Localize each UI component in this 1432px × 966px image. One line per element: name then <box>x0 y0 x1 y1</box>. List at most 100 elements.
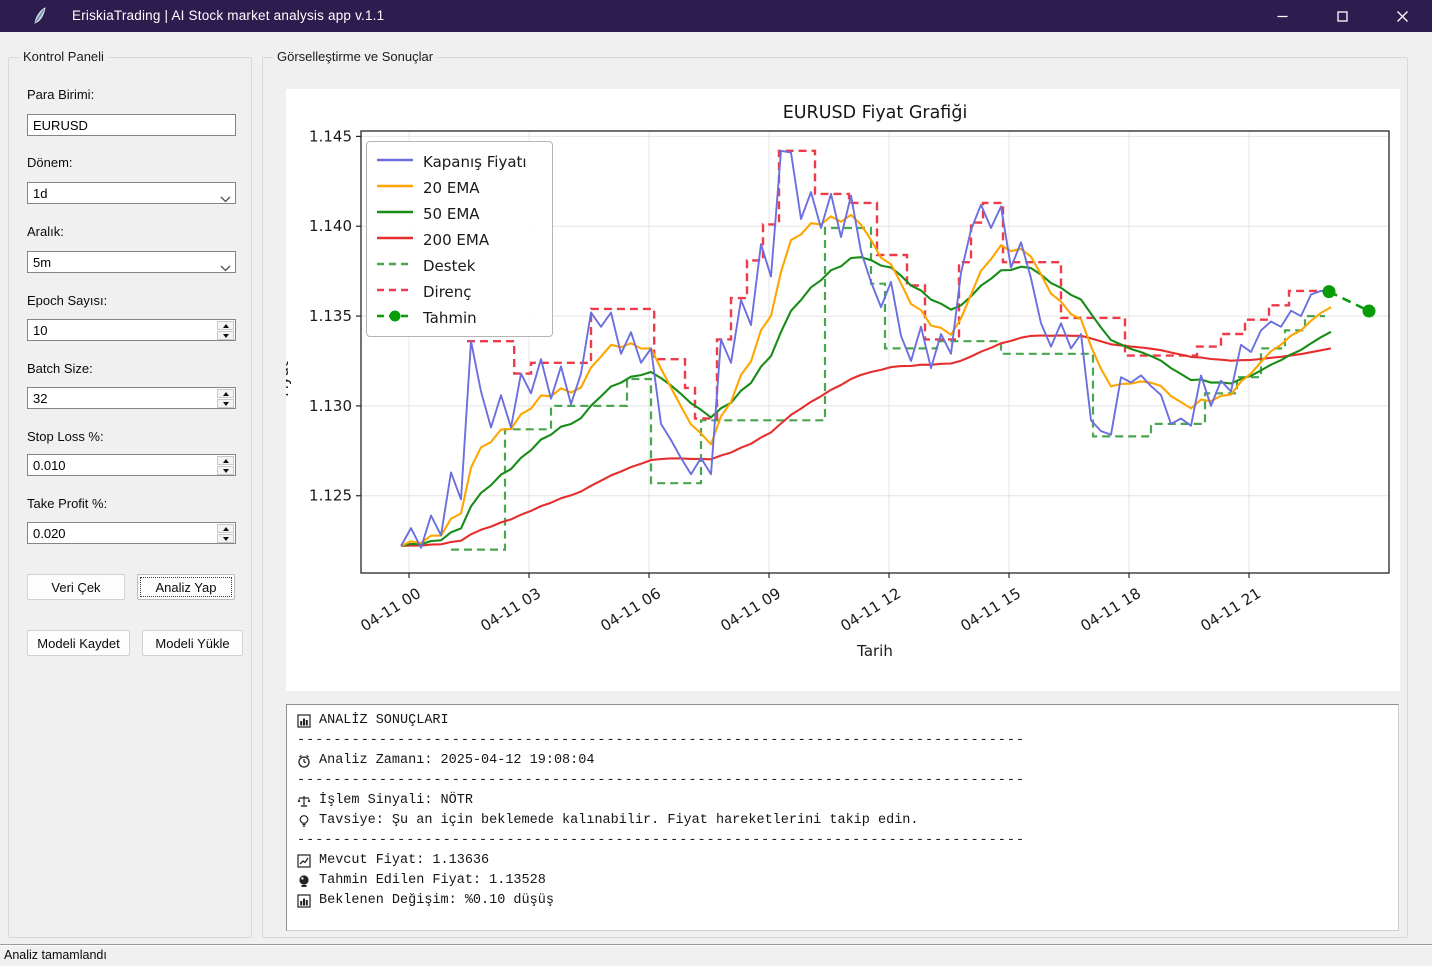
spin-up-button[interactable] <box>217 524 234 533</box>
analysis-results-text[interactable]: ANALİZ SONUÇLARI ------------------------… <box>286 704 1399 931</box>
currency-input[interactable] <box>28 115 235 135</box>
control-panel-title: Kontrol Paneli <box>19 49 108 64</box>
legend-line-sample <box>377 205 413 224</box>
legend-label: 20 EMA <box>423 179 480 197</box>
alarm-clock-icon <box>297 754 311 768</box>
bar-chart-icon <box>297 714 311 728</box>
close-button[interactable] <box>1372 0 1432 32</box>
period-combobox[interactable] <box>27 182 236 204</box>
maximize-button[interactable] <box>1312 0 1372 32</box>
legend-entry: Destek <box>377 253 542 279</box>
status-text: Analiz tamamlandı <box>4 948 107 962</box>
spin-down-button[interactable] <box>217 399 234 408</box>
epochs-input[interactable] <box>28 320 217 340</box>
legend-label: 50 EMA <box>423 205 480 223</box>
stoploss-input[interactable] <box>28 455 217 475</box>
interval-value[interactable] <box>28 252 235 272</box>
results-text: Beklenen Değişim: %0.10 düşüş <box>319 891 554 911</box>
batch-label: Batch Size: <box>27 361 93 376</box>
bar-chart-icon <box>297 894 311 908</box>
interval-combobox[interactable] <box>27 251 236 273</box>
minimize-button[interactable] <box>1252 0 1312 32</box>
results-text: ANALİZ SONUÇLARI <box>319 711 449 731</box>
fetch-data-button[interactable]: Veri Çek <box>27 574 125 600</box>
status-bar: Analiz tamamlandı <box>0 944 1432 966</box>
legend-entry: Tahmin <box>377 305 542 331</box>
results-line: Analiz Zamanı: 2025-04-12 19:08:04 <box>297 751 1388 771</box>
takeprofit-spinbox[interactable] <box>27 522 236 544</box>
svg-text:04-11 12: 04-11 12 <box>837 584 904 635</box>
visualization-panel: Görselleştirme ve Sonuçlar 1.1251.1301.1… <box>262 57 1408 938</box>
results-text: Tahmin Edilen Fiyat: 1.13528 <box>319 871 546 891</box>
legend-entry: Kapanış Fiyatı <box>377 149 542 175</box>
spin-up-button[interactable] <box>217 389 234 398</box>
stoploss-spinbox[interactable] <box>27 454 236 476</box>
results-text: Mevcut Fiyat: 1.13636 <box>319 851 489 871</box>
save-model-button[interactable]: Modeli Kaydet <box>27 630 130 656</box>
spin-up-button[interactable] <box>217 456 234 465</box>
batch-input[interactable] <box>28 388 217 408</box>
control-panel: Kontrol Paneli Para Birimi: Dönem: Aralı… <box>8 57 252 938</box>
svg-text:Fiyat: Fiyat <box>286 361 292 397</box>
svg-text:04-11 00: 04-11 00 <box>357 584 424 635</box>
analyze-button[interactable]: Analiz Yap <box>137 574 235 600</box>
triangle-down-icon <box>223 334 229 338</box>
legend-line-sample <box>377 309 413 328</box>
triangle-up-icon <box>223 392 229 396</box>
batch-spinbox[interactable] <box>27 387 236 409</box>
legend-entry: 50 EMA <box>377 201 542 227</box>
separator-dashes: ----------------------------------------… <box>297 771 1025 791</box>
spin-down-button[interactable] <box>217 466 234 475</box>
legend-label: Direnç <box>423 283 472 301</box>
load-model-button[interactable]: Modeli Yükle <box>142 630 243 656</box>
results-separator: ----------------------------------------… <box>297 831 1388 851</box>
svg-text:Tarih: Tarih <box>856 642 893 660</box>
triangle-down-icon <box>223 537 229 541</box>
results-text: Tavsiye: Şu an için beklemede kalınabili… <box>319 811 919 831</box>
chevron-down-icon[interactable] <box>220 259 231 277</box>
results-line: Tavsiye: Şu an için beklemede kalınabili… <box>297 811 1388 831</box>
separator-dashes: ----------------------------------------… <box>297 831 1025 851</box>
svg-text:04-11 09: 04-11 09 <box>717 584 784 635</box>
price-chart-canvas: 1.1251.1301.1351.1401.14504-11 0004-11 0… <box>286 89 1400 691</box>
svg-text:04-11 03: 04-11 03 <box>477 584 544 635</box>
svg-text:1.135: 1.135 <box>309 307 352 325</box>
svg-text:1.125: 1.125 <box>309 487 352 505</box>
chart-up-icon <box>297 854 311 868</box>
legend-label: Destek <box>423 257 475 275</box>
results-line: Mevcut Fiyat: 1.13636 <box>297 851 1388 871</box>
visualization-panel-title: Görselleştirme ve Sonuçlar <box>273 49 437 64</box>
spin-up-button[interactable] <box>217 321 234 330</box>
svg-text:04-11 21: 04-11 21 <box>1197 584 1264 635</box>
svg-text:1.140: 1.140 <box>309 217 352 235</box>
app-icon <box>32 7 48 25</box>
period-label: Dönem: <box>27 155 73 170</box>
results-line: ANALİZ SONUÇLARI <box>297 711 1388 731</box>
scale-icon <box>297 794 311 808</box>
triangle-down-icon <box>223 402 229 406</box>
results-text: İşlem Sinyali: NÖTR <box>319 791 473 811</box>
legend-label: Kapanış Fiyatı <box>423 153 527 171</box>
chevron-down-icon[interactable] <box>220 190 231 208</box>
stoploss-label: Stop Loss %: <box>27 429 104 444</box>
triangle-up-icon <box>223 459 229 463</box>
epochs-spinbox[interactable] <box>27 319 236 341</box>
takeprofit-label: Take Profit %: <box>27 496 107 511</box>
legend-line-sample <box>377 179 413 198</box>
spin-down-button[interactable] <box>217 534 234 543</box>
spin-down-button[interactable] <box>217 331 234 340</box>
svg-text:04-11 18: 04-11 18 <box>1077 584 1144 635</box>
epochs-label: Epoch Sayısı: <box>27 293 107 308</box>
currency-field[interactable] <box>27 114 236 136</box>
currency-label: Para Birimi: <box>27 87 94 102</box>
triangle-up-icon <box>223 324 229 328</box>
legend-entry: 200 EMA <box>377 227 542 253</box>
takeprofit-input[interactable] <box>28 523 217 543</box>
svg-text:04-11 15: 04-11 15 <box>957 584 1024 635</box>
chart-legend: Kapanış Fiyatı 20 EMA 50 EMA 200 EMA Destek D… <box>366 141 553 337</box>
period-value[interactable] <box>28 183 235 203</box>
legend-entry: 20 EMA <box>377 175 542 201</box>
svg-text:1.145: 1.145 <box>309 127 352 145</box>
crystal-ball-icon <box>297 874 311 888</box>
legend-line-sample <box>377 283 413 302</box>
